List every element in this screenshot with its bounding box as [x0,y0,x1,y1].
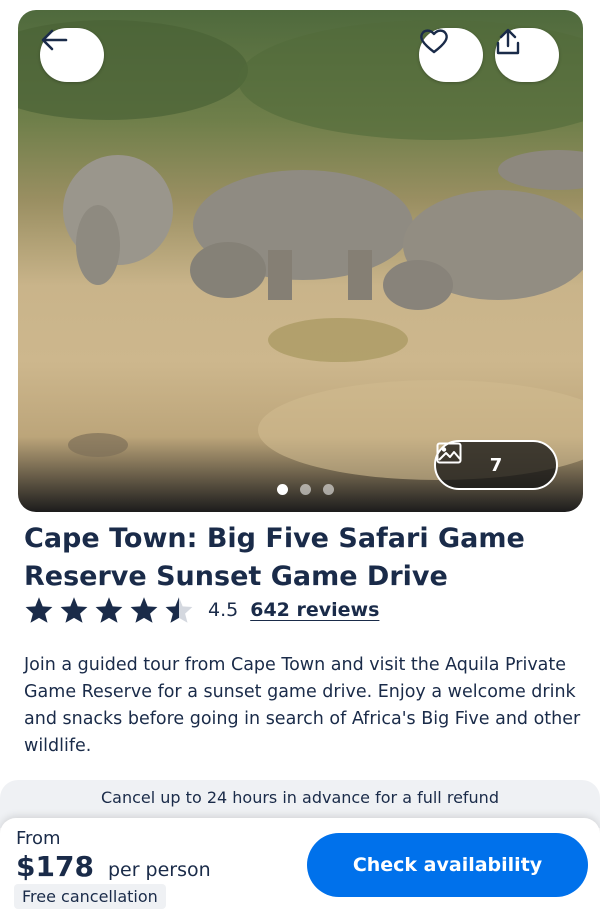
gallery-button[interactable]: 7 [434,440,558,490]
back-button[interactable] [40,28,104,82]
arrow-left-icon [41,29,68,51]
free-cancellation-badge: Free cancellation [14,884,166,909]
carousel-dots [277,484,334,495]
booking-bar: From $178 per person Free cancellation C… [0,818,600,920]
star-icon [95,597,123,623]
hero-image[interactable]: 7 [18,10,583,512]
activity-title: Cape Town: Big Five Safari Game Reserve … [24,523,525,592]
from-label: From [16,828,61,849]
carousel-dot[interactable] [277,484,288,495]
price: $178 [16,850,94,883]
check-availability-button[interactable]: Check availability [307,833,588,897]
image-icon [436,442,462,464]
heart-icon [420,29,448,54]
carousel-dot[interactable] [300,484,311,495]
star-icon [25,597,53,623]
star-rating [24,596,194,624]
half-star-icon [165,597,193,623]
share-button[interactable] [495,28,559,82]
photo-count: 7 [489,454,503,476]
star-icon [60,597,88,623]
rating-value: 4.5 [208,599,239,621]
reviews-link[interactable]: 642 reviews [250,599,379,621]
activity-description: Join a guided tour from Cape Town and vi… [24,655,581,756]
carousel-dot[interactable] [323,484,334,495]
share-icon [496,28,520,55]
star-icon [130,597,158,623]
per-person-label: per person [107,859,211,881]
rating-row: 4.5 642 reviews [24,596,379,624]
rhino-photo [18,20,583,480]
price-row: $178 per person [16,850,211,883]
favorite-button[interactable] [419,28,483,82]
